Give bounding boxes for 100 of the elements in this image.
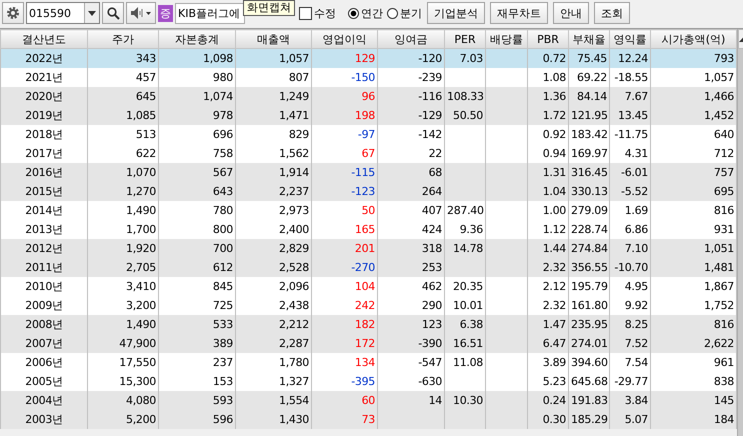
column-header[interactable]: PBR — [528, 30, 568, 48]
table-row[interactable]: 2005년 15,300 153 1,327 -395 -630 5.23 645.68 -29.77 838 — [0, 372, 736, 391]
table-cell: 15,300 — [119, 375, 156, 388]
table-cell: 198 — [354, 109, 375, 122]
table-cell: 185.29 — [571, 413, 608, 426]
toolbar-button[interactable]: 재무차트 — [490, 2, 548, 24]
table-cell: 84.14 — [577, 90, 607, 103]
table-cell: 1,270 — [126, 185, 156, 198]
table-cell: 2,528 — [279, 261, 309, 274]
table-cell: 172 — [354, 337, 375, 350]
table-cell: 712 — [714, 147, 734, 160]
table-cell: 1,490 — [126, 204, 156, 217]
adjust-checkbox[interactable]: 수정 — [299, 6, 336, 20]
table-cell: -630 — [418, 375, 442, 388]
table-cell: 12.24 — [618, 52, 648, 65]
table-cell: 22 — [428, 147, 442, 160]
table-cell: 1.04 — [542, 185, 566, 198]
table-row[interactable]: 2007년 47,900 389 2,287 172 -390 16.51 6.47 274.01 7.52 2,622 — [0, 334, 736, 353]
year-cell: 2013년 — [25, 223, 63, 236]
table-cell: 1,700 — [126, 223, 156, 236]
table-cell: 274.84 — [571, 242, 608, 255]
table-cell: -142 — [418, 128, 442, 141]
table-row[interactable]: 2014년 1,490 780 2,973 50 407 287.40 1.00 279.09 1.69 816 — [0, 201, 736, 220]
table-cell: 2,438 — [279, 299, 309, 312]
table-row[interactable]: 2013년 1,700 800 2,400 165 424 9.36 1.12 228.74 6.86 931 — [0, 220, 736, 239]
column-header[interactable]: 부채율 — [568, 30, 610, 48]
table-row[interactable]: 2015년 1,270 643 2,237 -123 264 1.04 330.13 -5.52 695 — [0, 182, 736, 201]
period-radio[interactable]: 분기 — [387, 6, 422, 20]
table-cell: 195.79 — [571, 280, 608, 293]
table-cell: 16.51 — [453, 337, 483, 350]
toolbar-button[interactable]: 기업분석 — [427, 2, 486, 24]
table-cell: 290 — [422, 299, 442, 312]
table-cell: 264 — [422, 185, 442, 198]
table-row[interactable]: 2009년 3,200 725 2,438 242 290 10.01 2.32 161.80 9.92 1,752 — [0, 296, 736, 315]
table-row[interactable]: 2018년 513 696 829 -97 -142 0.92 183.42 -11.75 640 — [0, 125, 736, 144]
table-cell: -10.70 — [614, 261, 648, 274]
speaker-button[interactable] — [126, 2, 156, 24]
table-cell: 1,098 — [203, 52, 233, 65]
gear-icon — [6, 6, 20, 20]
table-row[interactable]: 2016년 1,070 567 1,914 -115 68 1.31 316.45 -6.01 757 — [0, 163, 736, 182]
year-cell: 2008년 — [25, 318, 63, 331]
table-row[interactable]: 2004년 4,080 593 1,554 60 14 10.30 0.24 191.83 3.84 145 — [0, 391, 736, 410]
table-cell: 287.40 — [447, 204, 484, 217]
table-row[interactable]: 2011년 2,705 612 2,528 -270 253 2.32 356.55 -10.70 1,481 — [0, 258, 736, 277]
table-cell: 9.36 — [460, 223, 483, 236]
year-cell: 2015년 — [25, 185, 63, 198]
period-radio[interactable]: 연간 — [348, 6, 384, 20]
table-cell: 356.55 — [571, 261, 608, 274]
table-cell: -270 — [351, 261, 375, 274]
table-row[interactable]: 2010년 3,410 845 2,096 104 462 20.35 2.12 195.79 4.95 1,867 — [0, 277, 736, 296]
table-row[interactable]: 2022년 343 1,098 1,057 129 -120 7.03 0.72 75.45 12.24 793 — [0, 48, 736, 68]
table-row[interactable]: 2003년 5,200 596 1,430 73 0.30 185.29 5.07 184 — [0, 410, 736, 429]
column-header[interactable]: 영익률 — [610, 30, 650, 48]
column-header[interactable]: PER — [444, 30, 486, 48]
search-button[interactable] — [102, 2, 124, 24]
table-cell: 845 — [212, 280, 233, 293]
table-row[interactable]: 2008년 1,490 533 2,212 182 123 6.38 1.47 235.95 8.25 816 — [0, 315, 736, 334]
column-header[interactable]: 자본총계 — [158, 30, 236, 48]
table-row[interactable]: 2012년 1,920 700 2,829 201 318 14.78 1.44 274.84 7.10 1,051 — [0, 239, 736, 258]
column-header[interactable]: 주가 — [88, 30, 158, 48]
table-cell: 201 — [354, 242, 375, 255]
table-cell: 184 — [714, 413, 734, 426]
stock-code-combo[interactable]: 015590 — [26, 2, 100, 24]
column-header[interactable]: 잉여금 — [378, 30, 444, 48]
column-header[interactable]: 배당률 — [486, 30, 528, 48]
year-cell: 2020년 — [25, 90, 63, 103]
table-cell: 3.89 — [542, 356, 566, 369]
table-cell: -547 — [418, 356, 442, 369]
table-cell: 1.69 — [624, 204, 648, 217]
toolbar-button[interactable]: 안내 — [553, 2, 590, 24]
year-cell: 2021년 — [25, 71, 63, 84]
year-cell: 2017년 — [25, 147, 63, 160]
table-row[interactable]: 2021년 457 980 807 -150 -239 1.08 69.22 -18.55 1,057 — [0, 68, 736, 87]
table-cell: -239 — [418, 71, 442, 84]
table-cell: 7.54 — [624, 356, 648, 369]
table-row[interactable]: 2020년 645 1,074 1,249 96 -116 108.33 1.36 84.14 7.67 1,466 — [0, 87, 736, 106]
table-cell: 9.92 — [624, 299, 648, 312]
table-cell: 980 — [212, 71, 233, 84]
year-cell: 2006년 — [25, 356, 63, 369]
table-cell: 316.45 — [571, 166, 608, 179]
table-row[interactable]: 2019년 1,085 978 1,471 198 -129 50.50 1.72 121.95 13.45 1,452 — [0, 106, 736, 125]
table-cell: -5.52 — [621, 185, 648, 198]
table-cell: 816 — [714, 204, 734, 217]
table-cell: 612 — [212, 261, 233, 274]
table-row[interactable]: 2017년 622 758 1,562 67 22 0.94 169.97 4.31 712 — [0, 144, 736, 163]
table-cell: 330.13 — [571, 185, 608, 198]
table-row[interactable]: 2006년 17,550 237 1,780 134 -547 11.08 3.89 394.60 7.54 961 — [0, 353, 736, 372]
table-cell: 7.03 — [460, 52, 483, 65]
table-cell: 1,554 — [279, 394, 309, 407]
table-cell: 67 — [362, 147, 375, 160]
table-cell: 7.10 — [624, 242, 648, 255]
table-cell: 700 — [212, 242, 233, 255]
table-cell: 3.84 — [624, 394, 648, 407]
column-header[interactable]: 결산년도 — [0, 30, 88, 48]
toolbar-button[interactable]: 조회 — [594, 2, 630, 24]
column-header[interactable]: 영업이익 — [312, 30, 378, 48]
column-header[interactable]: 매출액 — [236, 30, 312, 48]
table-cell: -123 — [351, 185, 375, 198]
column-header[interactable]: 시가총액(억) — [650, 30, 736, 48]
settings-button[interactable] — [2, 2, 24, 24]
